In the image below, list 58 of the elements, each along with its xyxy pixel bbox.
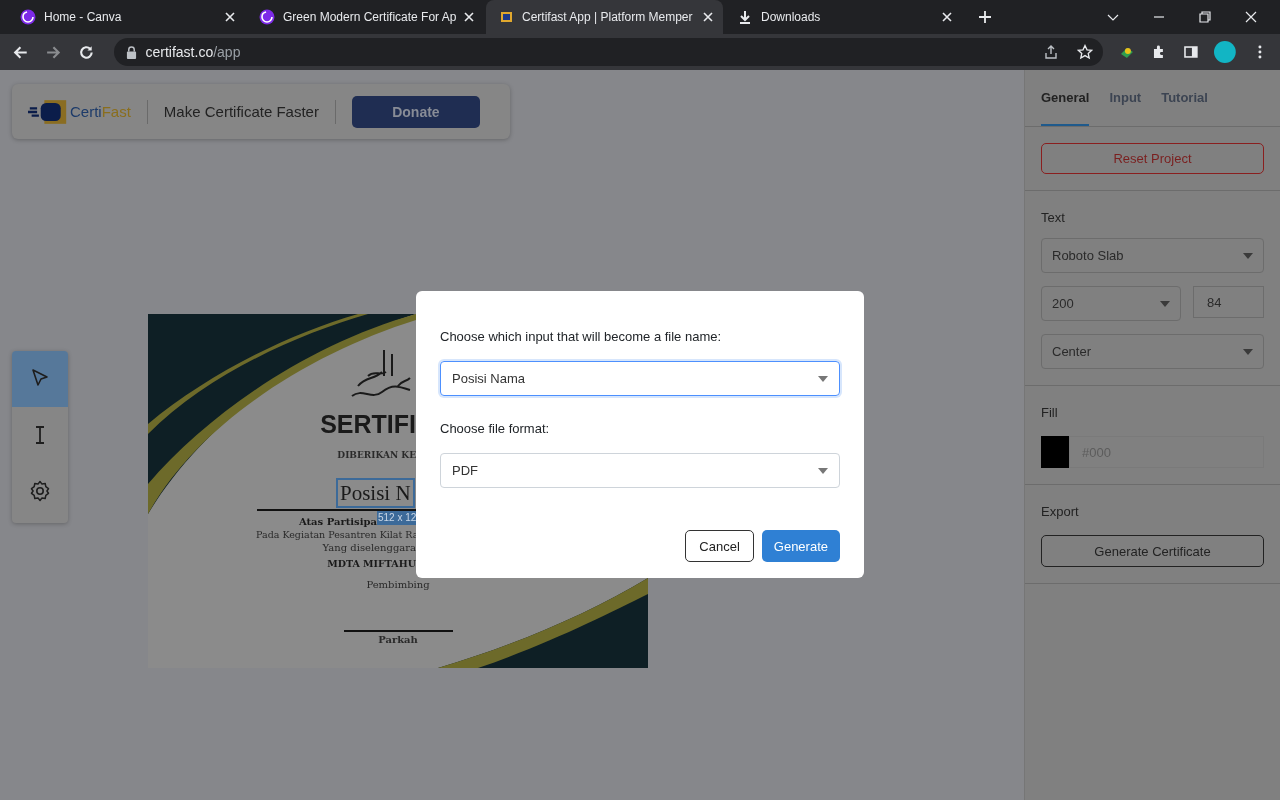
browser-tab[interactable]: Green Modern Certificate For Ap [247, 0, 484, 34]
lock-icon [126, 45, 138, 59]
browser-tab[interactable]: Home - Canva [8, 0, 245, 34]
field-label: Choose which input that will become a file name: [440, 329, 723, 344]
certificate-text: Pembimbing [365, 579, 431, 590]
logo-icon [28, 97, 68, 126]
name-text-box[interactable]: Posisi N [336, 478, 415, 508]
certificate-text: Yang diselenggara [322, 542, 416, 553]
caret-icon [818, 467, 828, 474]
caret-icon [1160, 300, 1170, 307]
signer-name: Parkah [377, 634, 419, 645]
cancel-button[interactable]: Cancel [685, 530, 754, 562]
font-select[interactable]: Roboto Slab [1041, 238, 1264, 273]
section-heading: Fill [1041, 405, 1059, 420]
alignment-select[interactable]: Center [1041, 334, 1264, 369]
panel-tab[interactable]: Input [1109, 70, 1142, 126]
file-format-select[interactable]: PDF [440, 453, 840, 488]
reset-project-button[interactable]: Reset Project [1041, 143, 1264, 174]
caret-icon [818, 375, 828, 382]
side-panel-icon[interactable] [1182, 44, 1199, 60]
download-icon [737, 9, 753, 25]
close-icon[interactable] [225, 12, 235, 22]
donate-button[interactable]: Donate [351, 95, 480, 128]
section-heading: Text [1041, 210, 1066, 225]
reload-icon[interactable] [77, 43, 95, 61]
close-icon[interactable] [703, 12, 713, 22]
certificate-text: DIBERIKAN KE [337, 450, 416, 460]
certificate-title: SERTIFI [320, 410, 416, 438]
certificate-text: Atas Partisipa [298, 516, 377, 527]
new-tab-icon[interactable] [978, 10, 992, 24]
generate-certificate-button[interactable]: Generate Certificate [1041, 535, 1264, 567]
address-bar[interactable]: certifast.co/app [114, 38, 1103, 66]
profile-avatar-icon[interactable] [1214, 41, 1237, 63]
close-icon[interactable] [942, 12, 952, 22]
section-heading: Export [1041, 504, 1080, 519]
certificate-text: MDTA MIFTAHU [327, 558, 416, 569]
logo-text: CertiFast [70, 103, 131, 120]
panel-tab[interactable]: General [1041, 70, 1090, 126]
star-icon[interactable] [1076, 44, 1093, 60]
close-icon[interactable] [464, 12, 475, 22]
browser-tab[interactable]: Certifast App | Platform Memper [486, 0, 723, 34]
restore-icon[interactable] [1198, 10, 1212, 24]
browser-tab[interactable]: Downloads [725, 0, 962, 34]
color-swatch[interactable] [1041, 436, 1069, 468]
gear-icon [28, 479, 52, 503]
caret-icon [1243, 252, 1253, 259]
caret-icon [1243, 348, 1253, 355]
field-label: Choose file format: [440, 421, 551, 436]
size-tooltip: 512 x 12 [377, 511, 418, 525]
share-icon[interactable] [1042, 44, 1059, 60]
file-name-select[interactable]: Posisi Nama [440, 361, 840, 396]
font-size-field[interactable]: 84 [1193, 286, 1264, 318]
pointer-tool[interactable] [12, 351, 68, 407]
close-icon[interactable] [1244, 10, 1258, 24]
tagline: Make Certificate Faster [163, 103, 319, 120]
font-weight-select[interactable]: 200 [1041, 286, 1181, 321]
panel-tab[interactable]: Tutorial [1161, 70, 1208, 126]
generate-button[interactable]: Generate [761, 530, 840, 562]
